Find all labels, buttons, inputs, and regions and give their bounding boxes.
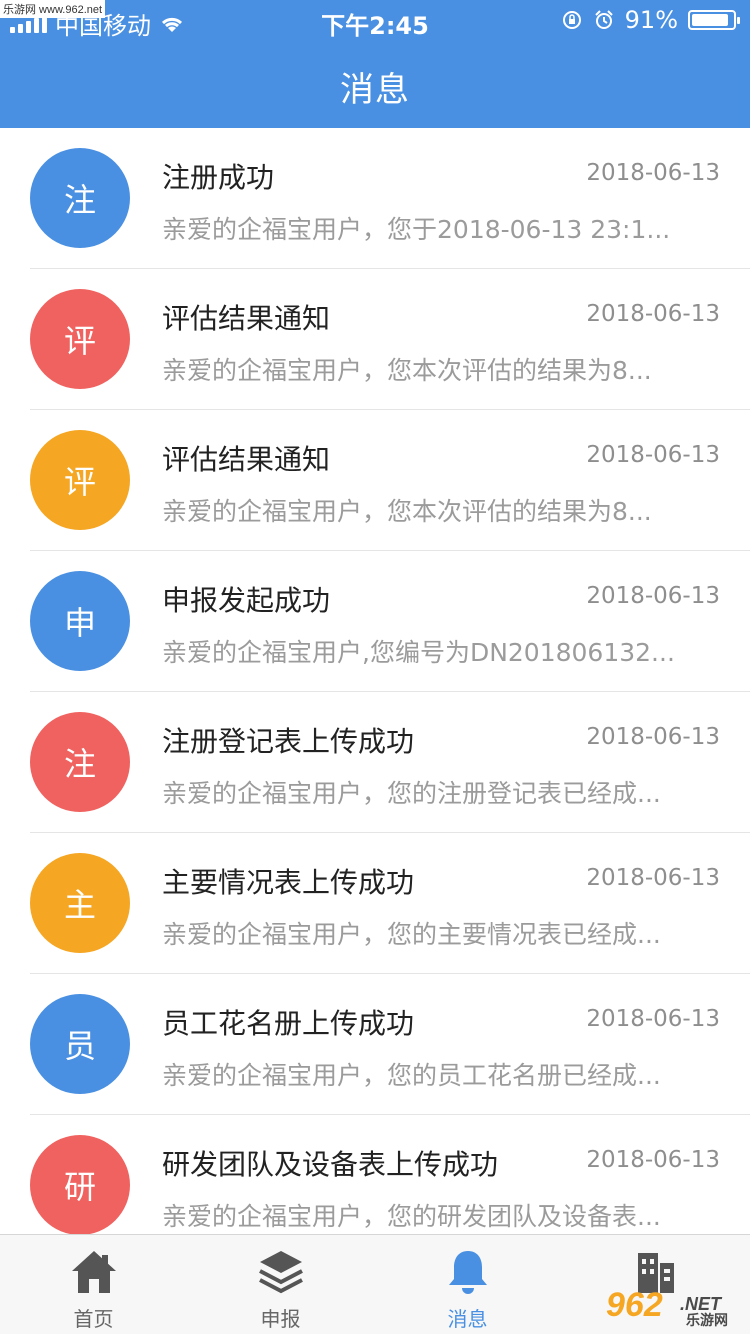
message-date: 2018-06-13: [586, 865, 720, 891]
tab-bar: 首页 申报 消息 962 .NET 乐游网: [0, 1234, 750, 1334]
tab-home-label: 首页: [73, 1307, 114, 1331]
message-avatar: 主: [30, 853, 130, 953]
message-item[interactable]: 主主要情况表上传成功 2018-06-13 亲爱的企福宝用户，您的主要情况表已经成.…: [0, 833, 750, 974]
message-avatar: 注: [30, 712, 130, 812]
message-date: 2018-06-13: [586, 1006, 720, 1032]
message-preview: 亲爱的企福宝用户，您的主要情况表已经成...: [162, 920, 661, 949]
message-item[interactable]: 申申报发起成功 2018-06-13 亲爱的企福宝用户,您编号为DN20180613…: [0, 551, 750, 692]
message-item[interactable]: 注注册成功 2018-06-13 亲爱的企福宝用户，您于2018-06-13 23:…: [0, 128, 750, 269]
alarm-icon: [594, 10, 613, 29]
message-date: 2018-06-13: [586, 1147, 720, 1173]
rotation-lock-icon: [562, 11, 581, 29]
message-title: 评估结果通知: [162, 302, 331, 335]
message-item[interactable]: 评评估结果通知 2018-06-13 亲爱的企福宝用户，您本次评估的结果为8...: [0, 410, 750, 551]
message-preview: 亲爱的企福宝用户，您的注册登记表已经成...: [162, 779, 661, 808]
watermark-top-left: 乐游网 www.962.net: [0, 0, 106, 18]
message-title: 员工花名册上传成功: [162, 1007, 415, 1040]
battery-icon: [688, 10, 740, 30]
message-title: 评估结果通知: [162, 443, 331, 476]
layers-icon: [258, 1251, 303, 1294]
message-title: 注册登记表上传成功: [162, 725, 415, 758]
watermark-bottom-right: 962 .NET 乐游网: [606, 1286, 746, 1328]
status-bar: 中国移动 下午2:45 91%: [0, 0, 750, 40]
message-preview: 亲爱的企福宝用户，您本次评估的结果为8...: [162, 497, 652, 526]
tab-messages-label: 消息: [447, 1307, 488, 1331]
message-avatar: 注: [30, 148, 130, 248]
message-preview: 亲爱的企福宝用户，您本次评估的结果为8...: [162, 356, 652, 385]
tab-declare-label: 申报: [260, 1307, 301, 1331]
message-date: 2018-06-13: [586, 442, 720, 468]
home-icon: [71, 1251, 116, 1293]
message-title: 主要情况表上传成功: [162, 866, 415, 899]
message-preview: 亲爱的企福宝用户，您的研发团队及设备表...: [162, 1202, 661, 1231]
message-item[interactable]: 评评估结果通知 2018-06-13 亲爱的企福宝用户，您本次评估的结果为8...: [0, 269, 750, 410]
message-preview: 亲爱的企福宝用户，您于2018-06-13 23:1...: [162, 215, 671, 244]
message-title: 申报发起成功: [162, 584, 331, 617]
message-date: 2018-06-13: [586, 724, 720, 750]
watermark-num: 962: [606, 1286, 663, 1324]
page-title: 消息: [340, 70, 410, 110]
message-avatar: 研: [30, 1135, 130, 1234]
tab-declare[interactable]: 申报: [187, 1235, 374, 1334]
bell-icon: [448, 1251, 487, 1294]
app-header: 中国移动 下午2:45 91% 乐游网 www.962.net 消息: [0, 0, 750, 128]
message-avatar: 员: [30, 994, 130, 1094]
message-item[interactable]: 研研发团队及设备表上传成功 2018-06-13 亲爱的企福宝用户，您的研发团队及设…: [0, 1115, 750, 1234]
message-item[interactable]: 员员工花名册上传成功 2018-06-13 亲爱的企福宝用户，您的员工花名册已经成.…: [0, 974, 750, 1115]
message-avatar: 评: [30, 289, 130, 389]
message-list: 注注册成功 2018-06-13 亲爱的企福宝用户，您于2018-06-13 23:…: [0, 128, 750, 1234]
battery-percent: 91%: [624, 6, 678, 34]
message-preview: 亲爱的企福宝用户,您编号为DN201806132...: [162, 638, 675, 667]
message-title: 注册成功: [162, 161, 275, 194]
tab-messages[interactable]: 消息: [374, 1235, 561, 1334]
message-item[interactable]: 注注册登记表上传成功 2018-06-13 亲爱的企福宝用户，您的注册登记表已经成.…: [0, 692, 750, 833]
message-date: 2018-06-13: [586, 583, 720, 609]
message-preview: 亲爱的企福宝用户，您的员工花名册已经成...: [162, 1061, 661, 1090]
message-date: 2018-06-13: [586, 301, 720, 327]
status-right: 91%: [561, 6, 740, 34]
message-date: 2018-06-13: [586, 160, 720, 186]
tab-home[interactable]: 首页: [0, 1235, 187, 1334]
message-title: 研发团队及设备表上传成功: [162, 1148, 499, 1181]
message-avatar: 评: [30, 430, 130, 530]
message-avatar: 申: [30, 571, 130, 671]
watermark-cn: 乐游网: [686, 1312, 728, 1328]
